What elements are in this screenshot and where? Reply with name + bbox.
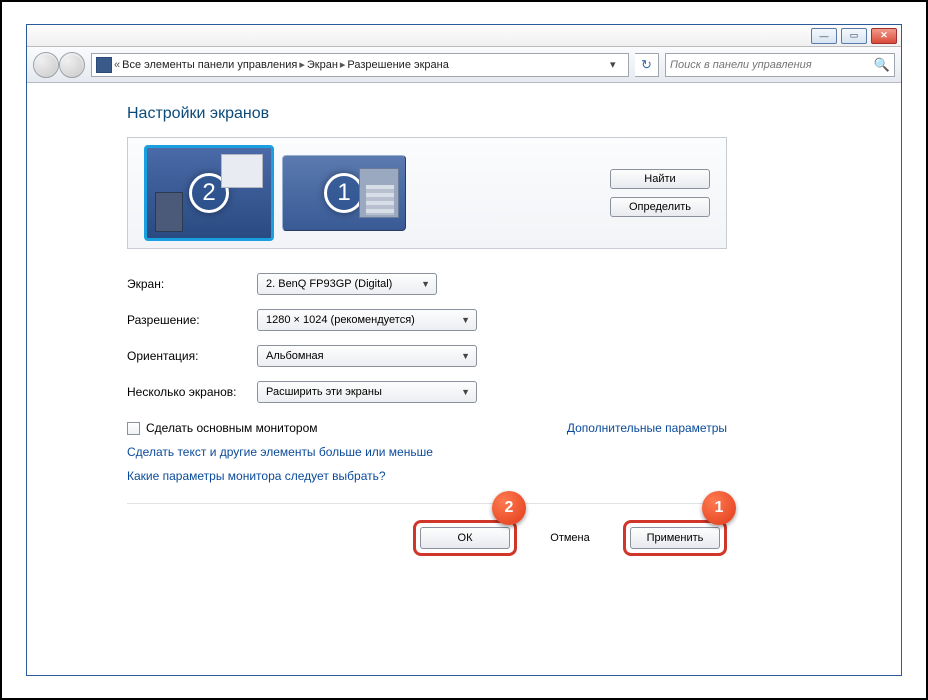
- dropdown-value: 1280 × 1024 (рекомендуется): [266, 314, 415, 326]
- monitor-preview-pane: 2 1 Найти Определить: [127, 137, 727, 249]
- primary-monitor-checkbox[interactable]: [127, 422, 140, 435]
- breadcrumb-item[interactable]: Все элементы панели управления: [122, 59, 297, 71]
- content-area: Настройки экранов 2 1 Найти Определить Э…: [27, 83, 901, 675]
- breadcrumb-item[interactable]: Разрешение экрана: [347, 59, 448, 71]
- multi-screen-dropdown[interactable]: Расширить эти экраны ▼: [257, 381, 477, 403]
- advanced-params-link[interactable]: Дополнительные параметры: [567, 421, 727, 435]
- chevron-down-icon[interactable]: ▾: [610, 58, 624, 71]
- back-button[interactable]: [33, 52, 59, 78]
- breadcrumb[interactable]: « Все элементы панели управления ▸ Экран…: [91, 53, 629, 77]
- monitor-1[interactable]: 1: [282, 155, 406, 231]
- resolution-dropdown[interactable]: 1280 × 1024 (рекомендуется) ▼: [257, 309, 477, 331]
- chevron-down-icon: ▼: [421, 279, 430, 289]
- resolution-label: Разрешение:: [127, 313, 257, 327]
- text-size-link[interactable]: Сделать текст и другие элементы больше и…: [127, 445, 861, 459]
- window-decoration-icon: [359, 168, 399, 218]
- identify-button[interactable]: Определить: [610, 197, 710, 217]
- navbar: « Все элементы панели управления ▸ Экран…: [27, 47, 901, 83]
- close-button[interactable]: ✕: [871, 28, 897, 44]
- cancel-button[interactable]: Отмена: [525, 528, 615, 548]
- monitor-number-badge: 1: [324, 173, 364, 213]
- monitor-2[interactable]: 2: [144, 145, 274, 241]
- search-icon[interactable]: 🔍: [874, 57, 890, 73]
- chevron-down-icon: ▼: [461, 315, 470, 325]
- forward-button[interactable]: [59, 52, 85, 78]
- ok-button[interactable]: ОК: [420, 527, 510, 549]
- screen-label: Экран:: [127, 277, 257, 291]
- chevron-down-icon: ▼: [461, 387, 470, 397]
- page-title: Настройки экранов: [127, 105, 861, 123]
- refresh-button[interactable]: ↻: [635, 53, 659, 77]
- ok-callout-frame: 2 ОК: [413, 520, 517, 556]
- callout-badge: 2: [492, 491, 526, 525]
- apply-button[interactable]: Применить: [630, 527, 720, 549]
- button-row: 2 ОК Отмена 1 Применить: [127, 503, 727, 556]
- minimize-button[interactable]: —: [811, 28, 837, 44]
- callout-badge: 1: [702, 491, 736, 525]
- search-input[interactable]: [670, 59, 874, 71]
- explorer-window: — ▭ ✕ « Все элементы панели управления ▸…: [26, 24, 902, 676]
- window-decoration-icon: [155, 192, 183, 232]
- breadcrumb-item[interactable]: Экран: [307, 59, 338, 71]
- dropdown-value: Альбомная: [266, 350, 324, 362]
- dropdown-value: Расширить эти экраны: [266, 386, 382, 398]
- apply-callout-frame: 1 Применить: [623, 520, 727, 556]
- orientation-label: Ориентация:: [127, 349, 257, 363]
- dropdown-value: 2. BenQ FP93GP (Digital): [266, 278, 392, 290]
- maximize-button[interactable]: ▭: [841, 28, 867, 44]
- chevron-right-icon: ▸: [340, 58, 346, 71]
- primary-monitor-label: Сделать основным монитором: [146, 421, 318, 435]
- chevron-right-icon: ▸: [299, 58, 305, 71]
- breadcrumb-prefix: «: [114, 59, 120, 71]
- control-panel-icon: [96, 57, 112, 73]
- titlebar: — ▭ ✕: [27, 25, 901, 47]
- search-box[interactable]: 🔍: [665, 53, 895, 77]
- screen-dropdown[interactable]: 2. BenQ FP93GP (Digital) ▼: [257, 273, 437, 295]
- orientation-dropdown[interactable]: Альбомная ▼: [257, 345, 477, 367]
- monitor-help-link[interactable]: Какие параметры монитора следует выбрать…: [127, 469, 861, 483]
- multi-screen-label: Несколько экранов:: [127, 385, 257, 399]
- window-decoration-icon: [221, 154, 263, 188]
- find-button[interactable]: Найти: [610, 169, 710, 189]
- chevron-down-icon: ▼: [461, 351, 470, 361]
